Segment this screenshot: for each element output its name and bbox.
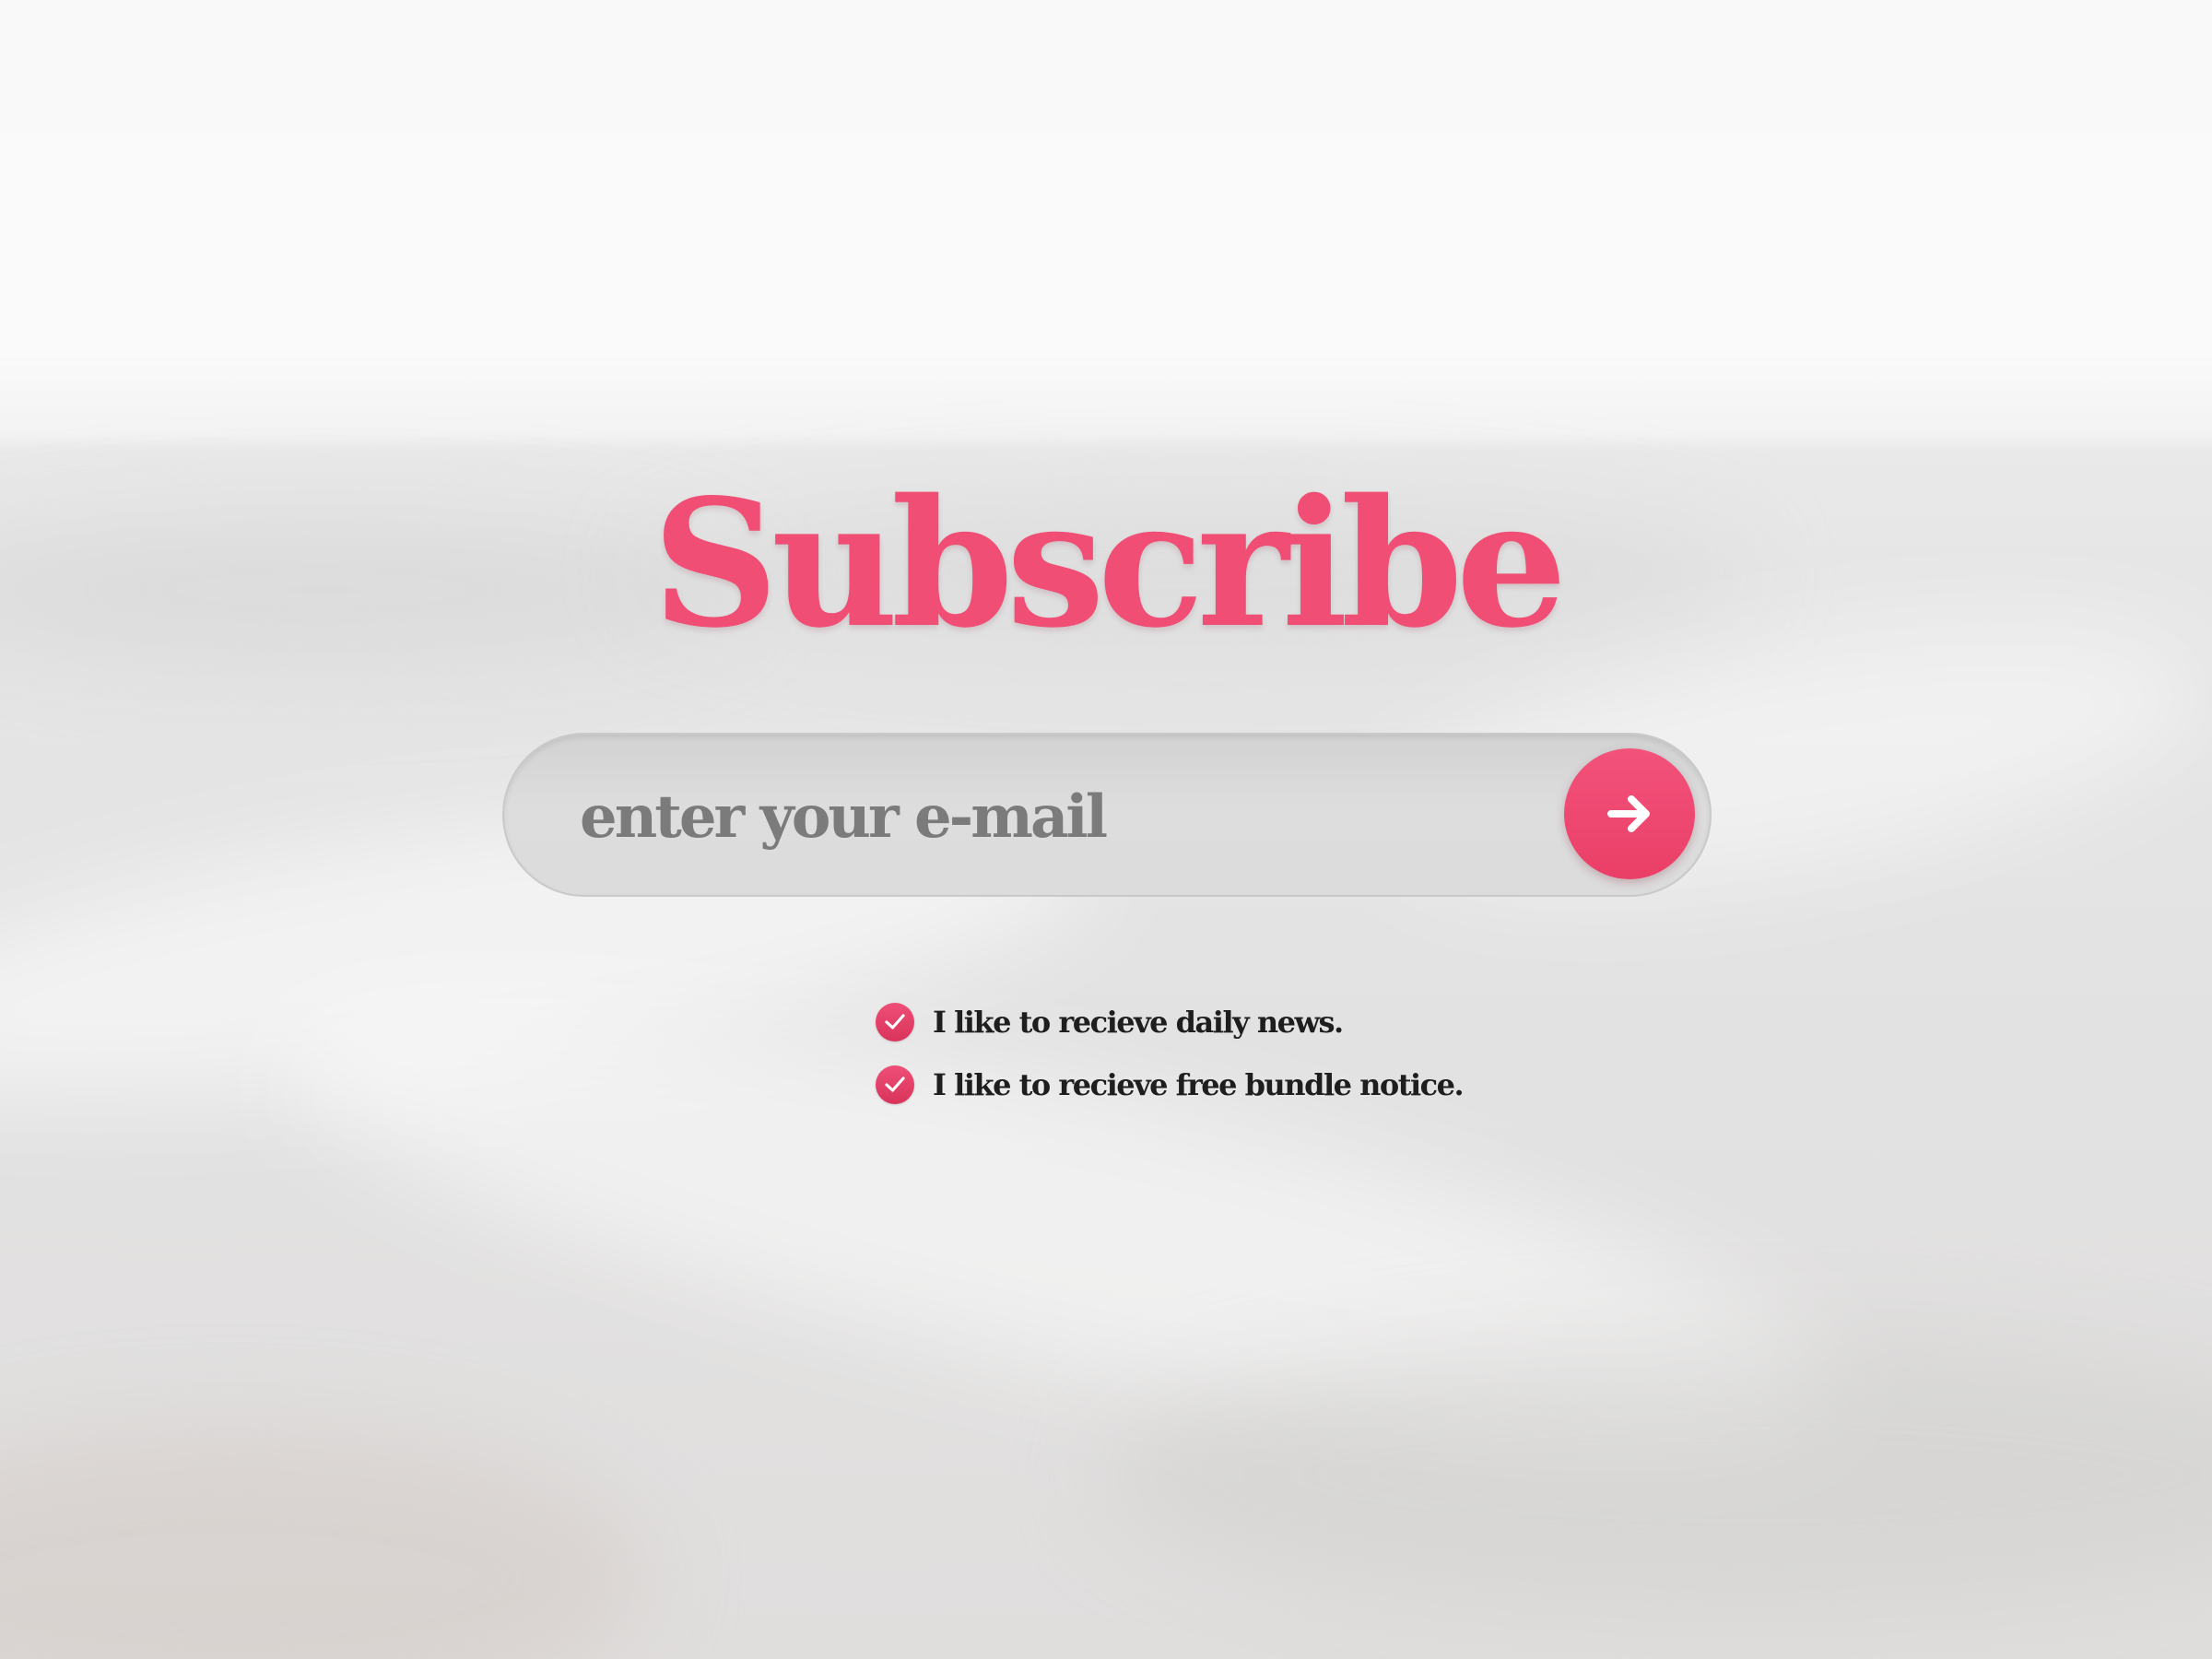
daily-news-label: I like to recieve daily news.: [933, 1005, 1344, 1040]
email-input[interactable]: [580, 766, 1501, 867]
checkbox-bundle-notice[interactable]: [876, 1065, 914, 1104]
bundle-notice-label: I like to recieve free bundle notice.: [933, 1067, 1465, 1102]
daily-news-option[interactable]: I like to recieve daily news.: [876, 1001, 1344, 1043]
submit-button[interactable]: [1564, 748, 1695, 879]
check-icon: [885, 1014, 905, 1030]
checkbox-daily-news[interactable]: [876, 1003, 914, 1041]
check-icon: [885, 1077, 905, 1092]
bundle-notice-option[interactable]: I like to recieve free bundle notice.: [876, 1064, 1465, 1106]
page-title: Subscribe: [652, 461, 1568, 666]
arrow-right-icon: [1607, 795, 1650, 832]
email-form: [502, 733, 1712, 897]
